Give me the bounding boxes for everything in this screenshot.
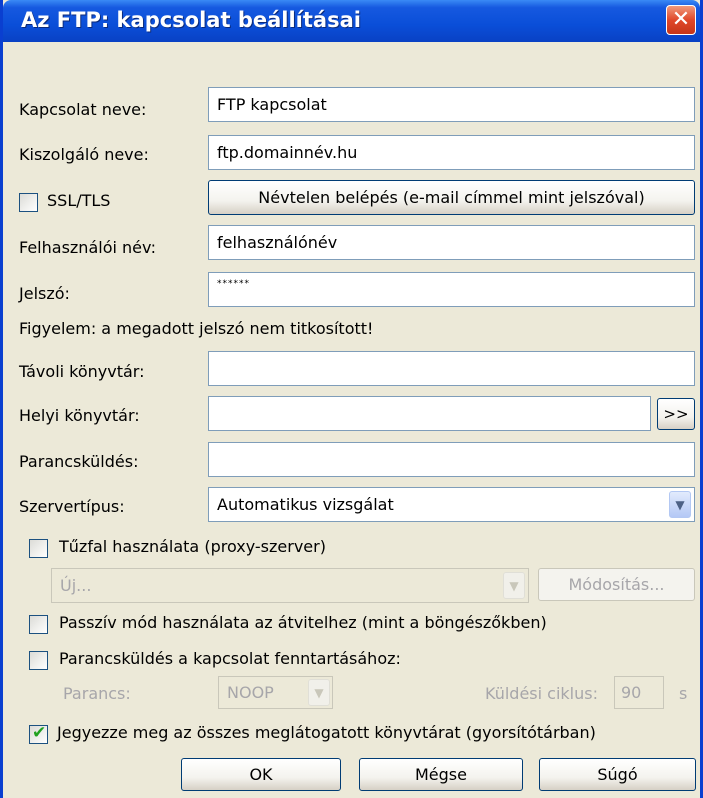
keepalive-command-label: Parancs: [63, 684, 131, 703]
chevron-down-icon[interactable]: ▼ [503, 572, 525, 599]
ssl-label: SSL/TLS [47, 191, 111, 210]
title-bar[interactable]: Az FTP: kapcsolat beállításai ✕ [3, 0, 700, 42]
chevron-down-icon[interactable]: ▼ [308, 679, 330, 706]
send-interval-field[interactable]: 90 [614, 676, 664, 709]
passive-mode-checkbox[interactable] [29, 615, 48, 634]
command-label: Parancsküldés: [19, 452, 139, 471]
passive-mode-label: Passzív mód használata az átvitelhez (mi… [59, 613, 547, 632]
username-field[interactable]: felhasználónév [208, 225, 695, 260]
remember-dirs-label: Jegyezze meg az összes meglátogatott kön… [57, 723, 596, 742]
server-type-value: Automatikus vizsgálat [217, 495, 394, 514]
connection-name-field[interactable]: FTP kapcsolat [208, 87, 695, 122]
ok-button[interactable]: OK [181, 758, 341, 791]
server-type-select[interactable]: Automatikus vizsgálat ▼ [208, 487, 695, 522]
window-title: Az FTP: kapcsolat beállításai [21, 8, 361, 32]
close-icon: ✕ [671, 7, 691, 32]
command-field[interactable] [208, 442, 695, 477]
proxy-select[interactable]: Új... ▼ [51, 568, 529, 603]
anonymous-login-button[interactable]: Névtelen belépés (e-mail címmel mint jel… [208, 180, 695, 215]
remote-dir-field[interactable] [208, 351, 695, 386]
server-name-label: Kiszolgáló neve: [19, 145, 149, 164]
chevron-down-icon[interactable]: ▼ [669, 491, 691, 518]
checkmark-icon: ✔ [32, 723, 47, 743]
local-dir-label: Helyi könyvtár: [19, 406, 140, 425]
remember-dirs-checkbox[interactable]: ✔ [29, 723, 48, 744]
ssl-checkbox[interactable] [19, 193, 38, 212]
password-field[interactable]: ****** [208, 272, 695, 307]
cancel-button[interactable]: Mégse [359, 758, 523, 791]
keepalive-command-select[interactable]: NOOP ▼ [218, 676, 333, 709]
password-label: Jelszó: [19, 284, 70, 303]
firewall-label: Tűzfal használata (proxy-szerver) [59, 537, 326, 556]
browse-button[interactable]: >> [657, 398, 695, 430]
username-label: Felhasználói név: [19, 238, 156, 257]
modify-button[interactable]: Módosítás... [538, 568, 695, 601]
password-warning: Figyelem: a megadott jelszó nem titkosít… [19, 319, 374, 338]
proxy-value: Új... [60, 576, 92, 595]
help-button[interactable]: Súgó [539, 758, 696, 791]
ftp-settings-dialog: Az FTP: kapcsolat beállításai ✕ Kapcsola… [0, 0, 703, 798]
close-button[interactable]: ✕ [666, 5, 696, 35]
remote-dir-label: Távoli könyvtár: [19, 362, 145, 381]
send-interval-label: Küldési ciklus: [485, 684, 598, 703]
local-dir-field[interactable] [208, 396, 651, 431]
seconds-unit: s [679, 684, 688, 703]
keepalive-checkbox[interactable] [29, 651, 48, 670]
keepalive-command-value: NOOP [227, 683, 274, 702]
firewall-checkbox[interactable] [29, 539, 48, 558]
connection-name-label: Kapcsolat neve: [19, 100, 147, 119]
keepalive-label: Parancsküldés a kapcsolat fenntartásához… [59, 649, 401, 668]
server-type-label: Szervertípus: [19, 497, 125, 516]
server-name-field[interactable]: ftp.domainnév.hu [208, 135, 695, 170]
